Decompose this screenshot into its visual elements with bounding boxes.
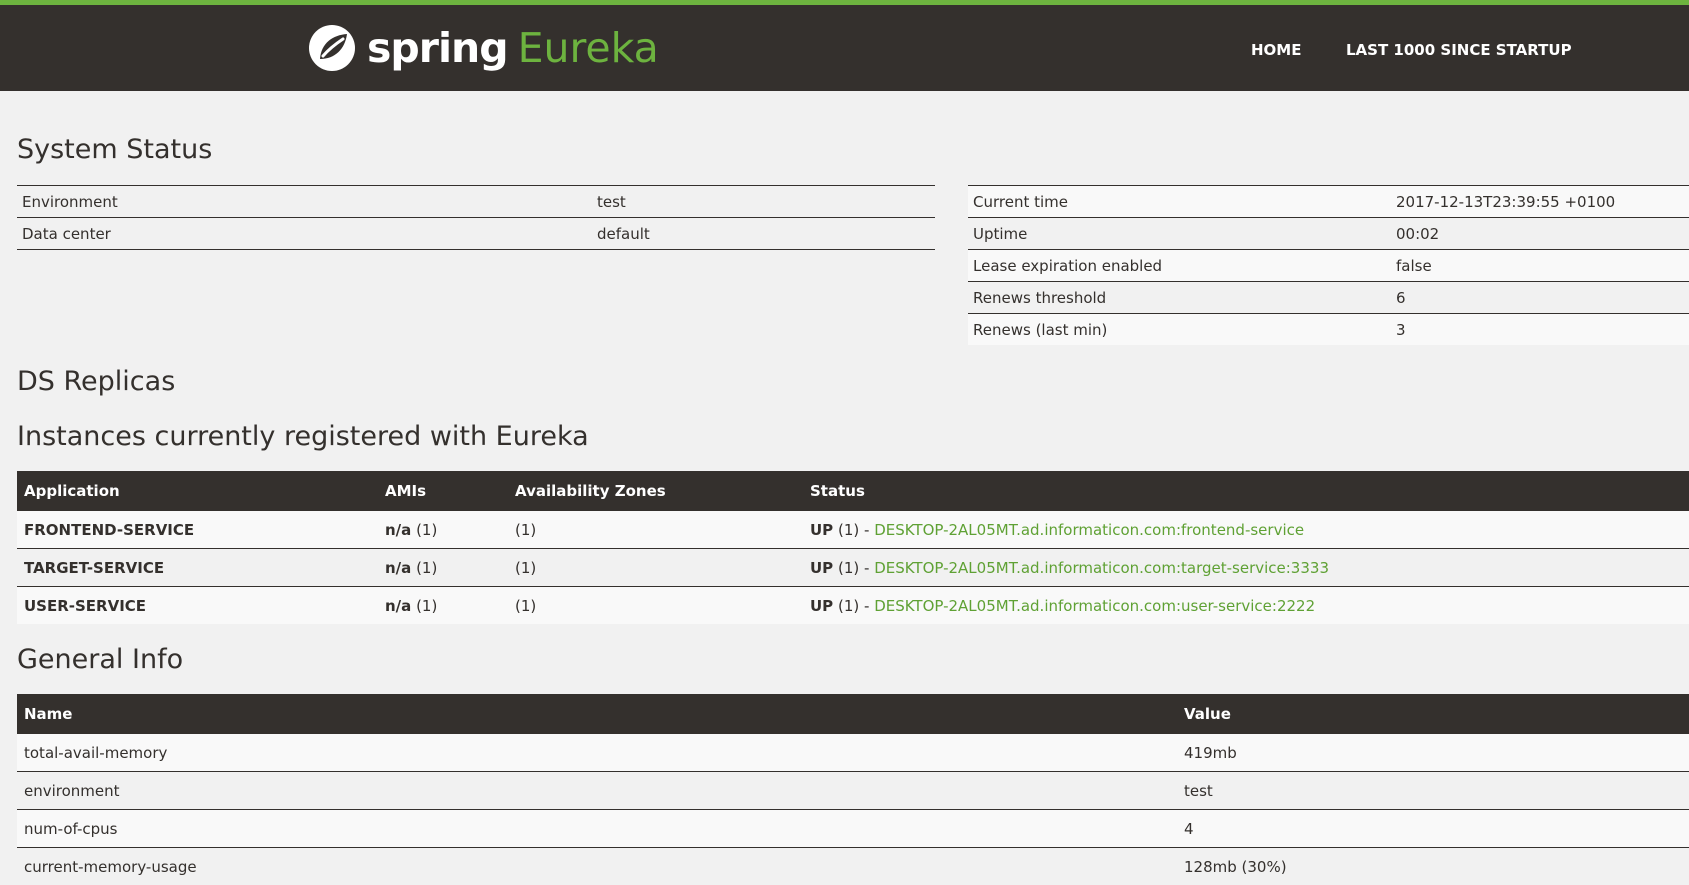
application-name: FRONTEND-SERVICE	[24, 521, 194, 539]
ami-value: n/a	[385, 521, 411, 539]
system-status-heading: System Status	[17, 134, 212, 165]
availability-zones-value: (1)	[508, 511, 803, 549]
status-value: 3	[1391, 314, 1689, 346]
ami-value: n/a	[385, 597, 411, 615]
info-value: test	[1177, 772, 1689, 810]
status-value: 00:02	[1391, 218, 1689, 250]
info-name: environment	[17, 772, 1177, 810]
table-row: Environment test	[17, 186, 935, 218]
instances-table: Application AMIs Availability Zones Stat…	[17, 471, 1689, 624]
column-header-value: Value	[1177, 694, 1689, 734]
status-value: 6	[1391, 282, 1689, 314]
application-name: TARGET-SERVICE	[24, 559, 164, 577]
status-value: 2017-12-13T23:39:55 +0100	[1391, 186, 1689, 218]
status-count: (1) -	[838, 521, 869, 539]
table-row: Lease expiration enabled false	[968, 250, 1689, 282]
system-status-right-table: Current time 2017-12-13T23:39:55 +0100 U…	[968, 185, 1689, 345]
column-header-amis: AMIs	[378, 471, 508, 511]
brand-spring-text: spring	[367, 24, 508, 72]
info-value: 419mb	[1177, 734, 1689, 772]
table-header-row: Application AMIs Availability Zones Stat…	[17, 471, 1689, 511]
general-info-heading: General Info	[17, 644, 183, 675]
info-name: current-memory-usage	[17, 848, 1177, 885]
column-header-status: Status	[803, 471, 1689, 511]
info-value: 128mb (30%)	[1177, 848, 1689, 885]
status-count: (1) -	[838, 597, 869, 615]
table-row: TARGET-SERVICE n/a (1) (1) UP (1) - DESK…	[17, 549, 1689, 587]
instances-heading: Instances currently registered with Eure…	[17, 421, 589, 452]
column-header-application: Application	[17, 471, 378, 511]
availability-zones-value: (1)	[508, 587, 803, 625]
status-label: Data center	[17, 218, 592, 250]
status-label: Current time	[968, 186, 1391, 218]
application-name: USER-SERVICE	[24, 597, 146, 615]
general-info-table: Name Value total-avail-memory 419mb envi…	[17, 694, 1689, 885]
table-header-row: Name Value	[17, 694, 1689, 734]
nav-home-link[interactable]: HOME	[1251, 41, 1301, 59]
status-label: Lease expiration enabled	[968, 250, 1391, 282]
status-label: Uptime	[968, 218, 1391, 250]
table-row: Uptime 00:02	[968, 218, 1689, 250]
instance-link[interactable]: DESKTOP-2AL05MT.ad.informaticon.com:fron…	[874, 521, 1304, 539]
ami-value: n/a	[385, 559, 411, 577]
availability-zones-value: (1)	[508, 549, 803, 587]
ami-count: (1)	[416, 559, 437, 577]
brand-logo[interactable]: spring Eureka	[307, 22, 659, 74]
instance-link[interactable]: DESKTOP-2AL05MT.ad.informaticon.com:targ…	[874, 559, 1329, 577]
table-row: total-avail-memory 419mb	[17, 734, 1689, 772]
status-value: false	[1391, 250, 1689, 282]
table-row: environment test	[17, 772, 1689, 810]
spring-leaf-icon	[307, 23, 357, 73]
navbar: spring Eureka HOME LAST 1000 SINCE START…	[0, 5, 1689, 91]
status-up: UP	[810, 597, 833, 615]
ami-count: (1)	[416, 597, 437, 615]
status-up: UP	[810, 521, 833, 539]
ami-count: (1)	[416, 521, 437, 539]
table-row: FRONTEND-SERVICE n/a (1) (1) UP (1) - DE…	[17, 511, 1689, 549]
table-row: Data center default	[17, 218, 935, 250]
info-value: 4	[1177, 810, 1689, 848]
table-row: Renews (last min) 3	[968, 314, 1689, 346]
status-value: default	[592, 218, 935, 250]
status-label: Renews threshold	[968, 282, 1391, 314]
status-label: Environment	[17, 186, 592, 218]
info-name: num-of-cpus	[17, 810, 1177, 848]
table-row: Current time 2017-12-13T23:39:55 +0100	[968, 186, 1689, 218]
column-header-availability-zones: Availability Zones	[508, 471, 803, 511]
system-status-left-table: Environment test Data center default	[17, 185, 935, 250]
table-row: USER-SERVICE n/a (1) (1) UP (1) - DESKTO…	[17, 587, 1689, 625]
column-header-name: Name	[17, 694, 1177, 734]
status-up: UP	[810, 559, 833, 577]
ds-replicas-heading: DS Replicas	[17, 366, 175, 397]
brand-eureka-text: Eureka	[518, 24, 659, 72]
status-count: (1) -	[838, 559, 869, 577]
table-row: num-of-cpus 4	[17, 810, 1689, 848]
table-row: Renews threshold 6	[968, 282, 1689, 314]
instance-link[interactable]: DESKTOP-2AL05MT.ad.informaticon.com:user…	[874, 597, 1315, 615]
status-value: test	[592, 186, 935, 218]
table-row: current-memory-usage 128mb (30%)	[17, 848, 1689, 885]
info-name: total-avail-memory	[17, 734, 1177, 772]
status-label: Renews (last min)	[968, 314, 1391, 346]
nav-last-1000-link[interactable]: LAST 1000 SINCE STARTUP	[1346, 41, 1572, 59]
